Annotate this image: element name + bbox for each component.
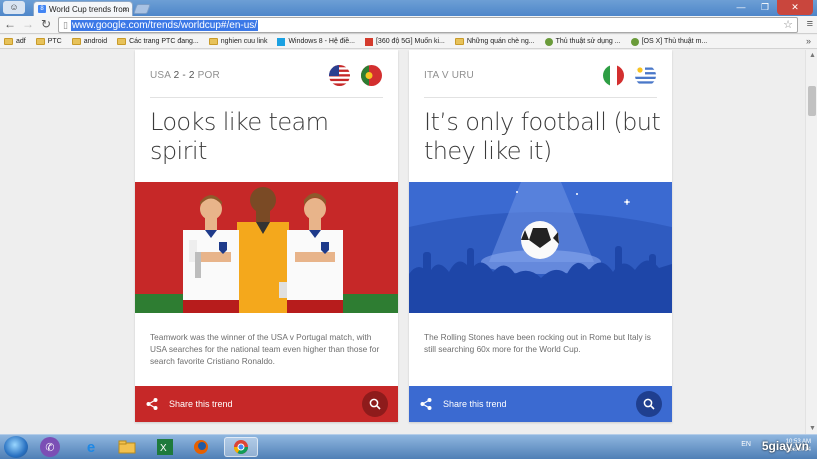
bookmark-item[interactable]: Thủ thuật sử dụng ... [544,37,621,46]
bookmark-item[interactable]: PTC [35,38,62,45]
language-indicator[interactable]: EN [741,441,751,449]
bookmark-label: Thủ thuật sử dụng ... [555,38,621,45]
football-concert-illustration [409,182,672,313]
bookmark-label: Những quán chè ng... [466,38,535,45]
folder-icon [4,38,13,45]
match-label: USA 2 - 2 POR [150,70,220,81]
share-icon[interactable] [145,397,159,411]
forward-button[interactable]: → [21,17,35,32]
trend-card-ita-uru: ITA V URU It’s only football (but they l… [409,50,672,422]
close-window-button[interactable]: ✕ [777,0,813,15]
excel-icon[interactable]: X [152,437,178,457]
green-site-icon [544,37,553,46]
bookmark-item[interactable]: Những quán chè ng... [454,38,535,45]
back-button[interactable]: ← [3,17,17,32]
site-icon [454,38,464,45]
start-button[interactable] [4,436,28,458]
google-favicon-icon: 8 [38,5,46,13]
card-headline: It’s only football (but they like it) [424,108,661,165]
trend-card-usa-por: USA 2 - 2 POR Looks like team spirit Tea… [135,50,398,422]
chrome-menu-icon[interactable]: ≡ [807,18,813,30]
address-url: www.google.com/trends/worldcup#/en-us/ [70,20,259,31]
bookmark-item[interactable]: [360 độ 5G] Muốn ki... [364,37,445,46]
bookmarks-overflow-icon[interactable]: » [806,36,811,46]
portugal-flag-icon [361,65,382,86]
page-scrollbar[interactable]: ▲ ▼ [805,50,817,434]
search-icon [643,398,655,410]
share-trend-link[interactable]: Share this trend [443,399,507,409]
match-opponent: POR [197,70,220,81]
share-trend-bar: Share this trend [409,386,672,422]
bookmark-label: Windows 8 - Hệ điề... [288,38,355,45]
scroll-down-arrow-icon[interactable]: ▼ [809,425,816,432]
windows-taskbar: ✆ e X EN 10:53 AM 6/23/2014 5giay.vn [0,434,817,459]
bookmarks-bar: adf PTC android Các trang PTC đang... nghien… [0,35,817,49]
match-team: USA [150,70,171,81]
match-opponent: URU [451,70,474,81]
bookmark-item[interactable]: Các trang PTC đang... [117,38,199,45]
address-bar[interactable]: ▯ www.google.com/trends/worldcup#/en-us/ … [58,17,798,33]
bookmark-label: adf [16,38,26,45]
folder-icon [71,38,81,45]
file-explorer-icon[interactable] [114,437,140,457]
page-icon: ▯ [63,20,68,30]
tab-close-icon[interactable]: × [123,5,128,14]
bookmark-label: [OS X] Thủ thuật m... [641,38,708,45]
tab-title: World Cup trends from Go [49,4,133,14]
search-trend-button[interactable] [636,391,662,417]
search-trend-button[interactable] [362,391,388,417]
svg-text:X: X [160,443,167,454]
uruguay-flag-icon [635,65,656,86]
chrome-taskbar-icon[interactable] [224,437,258,457]
browser-tab[interactable]: 8 World Cup trends from Go × [33,1,133,16]
user-menu-icon[interactable]: ☺ [3,1,25,14]
card-divider [424,97,657,98]
scroll-up-arrow-icon[interactable]: ▲ [809,52,816,59]
new-tab-button[interactable] [133,4,151,14]
match-team: ITA [424,70,439,81]
card-headline: Looks like team spirit [150,108,329,165]
bookmark-label: Các trang PTC đang... [129,38,199,45]
card-divider [150,97,383,98]
bookmark-item[interactable]: android [71,38,108,45]
share-icon[interactable] [419,397,433,411]
bookmark-label: PTC [47,38,62,45]
bookmark-item[interactable]: adf [4,38,26,45]
reload-button[interactable]: ↻ [39,17,53,32]
bookmark-item[interactable]: nghien cuu link [208,38,268,45]
viber-icon[interactable]: ✆ [40,437,60,457]
bookmark-star-icon[interactable]: ☆ [783,18,793,32]
share-trend-link[interactable]: Share this trend [169,399,233,409]
minimize-button[interactable]: — [729,0,753,15]
card-description: The Rolling Stones have been rocking out… [424,332,651,354]
bookmark-label: nghien cuu link [220,38,268,45]
scrollbar-thumb[interactable] [808,86,816,116]
card-description: Teamwork was the winner of the USA v Por… [150,332,380,366]
red-site-icon [364,37,373,46]
bookmark-label: [360 độ 5G] Muốn ki... [375,38,445,45]
folder-icon [35,38,45,45]
match-label: ITA V URU [424,70,474,81]
share-trend-bar: Share this trend [135,386,398,422]
browser-titlebar: ☺ 8 World Cup trends from Go × — ❐ ✕ [0,0,817,16]
folder-icon [208,38,218,45]
firefox-icon[interactable] [188,437,214,457]
internet-explorer-icon[interactable]: e [78,437,104,457]
page-viewport: USA 2 - 2 POR Looks like team spirit Tea… [0,50,817,434]
watermark-logo: 5giay.vn [761,439,809,453]
browser-toolbar: ← → ↻ ▯ www.google.com/trends/worldcup#/e… [0,16,817,34]
bookmark-item[interactable]: [OS X] Thủ thuật m... [630,37,708,46]
green-site-icon [630,37,639,46]
team-spirit-illustration [135,182,398,313]
match-score: V [441,70,449,81]
match-score: 2 - 2 [173,70,195,81]
windows-icon [277,37,286,46]
bookmark-item[interactable]: Windows 8 - Hệ điề... [277,37,355,46]
search-icon [369,398,381,410]
usa-flag-icon [329,65,350,86]
bookmark-label: android [83,38,108,45]
italy-flag-icon [603,65,624,86]
maximize-button[interactable]: ❐ [753,0,777,15]
folder-icon [117,38,127,45]
